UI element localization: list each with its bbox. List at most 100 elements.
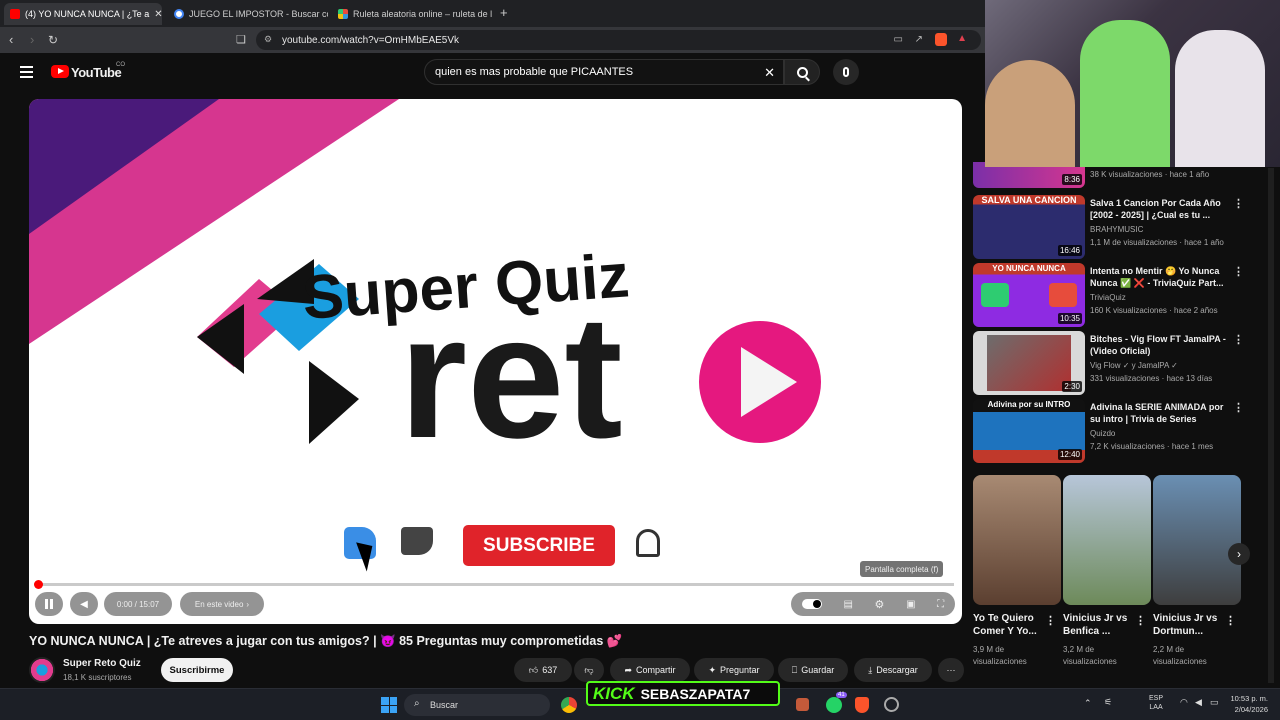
video-thumbnail[interactable]: Adivina por su INTRO 12:40	[973, 399, 1085, 463]
like-button[interactable]: 👍︎ 637	[514, 658, 572, 682]
speaker-icon[interactable]: ◀	[1195, 697, 1202, 708]
search-icon	[796, 66, 810, 81]
pause-button[interactable]	[35, 592, 63, 616]
new-tab-button[interactable]: +	[500, 5, 508, 20]
youtube-logo-text[interactable]: YouTube	[71, 65, 122, 80]
more-options-icon[interactable]: ⋮	[1233, 197, 1244, 210]
shorts-next-button[interactable]: ›	[1228, 543, 1250, 565]
taskbar-search[interactable]: ⌕ Buscar	[404, 694, 550, 716]
tab-strip: (4) YO NUNCA NUNCA | ¿Te a ✕ JUEGO EL IM…	[0, 0, 985, 27]
taskbar-app-icon[interactable]	[796, 698, 809, 711]
search-button[interactable]	[784, 59, 820, 85]
short-thumbnail[interactable]	[973, 475, 1061, 605]
close-tab-icon[interactable]: ✕	[154, 9, 162, 20]
more-options-icon[interactable]: ⋮	[1225, 614, 1236, 627]
related-video-item[interactable]: SALVA UNA CANCION 16:46 Salva 1 Cancion …	[973, 195, 1263, 259]
clear-search-icon[interactable]: ✕	[764, 65, 775, 81]
search-input[interactable]: quien es mas probable que PICAANTES ✕	[424, 59, 784, 85]
short-title[interactable]: Yo Te Quiero Comer Y Yo...	[973, 612, 1045, 638]
chapter-button[interactable]: En este video ›	[180, 592, 264, 616]
short-thumbnail[interactable]	[1153, 475, 1241, 605]
clock[interactable]: 10:53 p. m. 2/04/2026	[1228, 693, 1268, 715]
related-video-item[interactable]: 2:30 Bitches - Vig Flow FT JamalPA - (Vi…	[973, 331, 1263, 395]
menu-icon[interactable]	[20, 66, 33, 78]
video-item-title[interactable]: Salva 1 Cancion Por Cada Año [2002 - 202…	[1090, 197, 1230, 221]
thumbs-up-icon: 👍︎	[528, 664, 539, 675]
network-icon[interactable]: ⚟	[1104, 697, 1112, 708]
share-icon[interactable]: ↗	[915, 34, 923, 45]
autoplay-toggle[interactable]	[801, 599, 822, 609]
language-indicator[interactable]: ESP LAA	[1149, 694, 1163, 712]
sidebar-scrollbar[interactable]	[1268, 168, 1274, 683]
reload-icon[interactable]: ↻	[48, 32, 58, 48]
more-options-icon[interactable]: ⋮	[1233, 333, 1244, 346]
short-thumbnail[interactable]	[1063, 475, 1151, 605]
battery-icon[interactable]: ▭	[1210, 697, 1219, 708]
channel-name[interactable]: Super Reto Quiz	[63, 658, 141, 669]
taskbar-app2-icon[interactable]	[884, 697, 899, 712]
short-title[interactable]: Vinicius Jr vs Benfica ...	[1063, 612, 1135, 638]
share-button[interactable]: ➦ Compartir	[610, 658, 690, 682]
video-item-channel[interactable]: BRAHYMUSIC	[1090, 225, 1143, 234]
video-player[interactable]: Super Quiz ret SUBSCRIBE Pantalla comple…	[29, 99, 962, 624]
ask-button[interactable]: ✦ Preguntar	[694, 658, 774, 682]
mute-button[interactable]: ◀	[70, 592, 98, 616]
progress-scrubber[interactable]	[34, 580, 43, 589]
partial-video-meta: 38 K visualizaciones · hace 1 año	[1090, 170, 1210, 179]
video-thumbnail[interactable]: YO NUNCA NUNCA 10:35	[973, 263, 1085, 327]
download-button[interactable]: ⤓ Descargar	[854, 658, 932, 682]
site-info-icon[interactable]: ⚙	[264, 34, 272, 45]
related-video-item[interactable]: Adivina por su INTRO 12:40 Adivina la SE…	[973, 399, 1263, 463]
video-thumbnail[interactable]: SALVA UNA CANCION 16:46	[973, 195, 1085, 259]
back-icon[interactable]: ‹	[9, 32, 13, 48]
voice-search-button[interactable]	[833, 59, 859, 85]
video-item-channel[interactable]: Quizdo	[1090, 429, 1115, 438]
brave-rewards-icon[interactable]: ▲	[957, 33, 967, 44]
video-item-title[interactable]: Adivina la SERIE ANIMADA por su intro | …	[1090, 401, 1230, 425]
video-item-title[interactable]: Bitches - Vig Flow FT JamalPA - (Video O…	[1090, 333, 1230, 357]
whatsapp-icon[interactable]	[826, 697, 842, 713]
browser-toolbar: ‹ › ↻ ❏ ⚙ youtube.com/watch?v=OmHMbEAE5V…	[0, 27, 985, 53]
related-video-item[interactable]: YO NUNCA NUNCA 10:35 Intenta no Mentir 🤭…	[973, 263, 1263, 327]
short-title[interactable]: Vinicius Jr vs Dortmun...	[1153, 612, 1225, 638]
more-options-icon[interactable]: ⋮	[1045, 614, 1056, 627]
chapter-label: En este video	[194, 599, 244, 609]
more-options-icon[interactable]: ⋮	[1233, 401, 1244, 414]
chrome-icon[interactable]	[561, 697, 577, 713]
country-code: CO	[116, 62, 125, 68]
progress-bar[interactable]	[37, 583, 954, 586]
video-item-title[interactable]: Intenta no Mentir 🤭 Yo Nunca Nunca ✅ ❌ -…	[1090, 265, 1230, 289]
subscribe-button[interactable]: Suscribirme	[161, 658, 233, 682]
wifi-icon[interactable]: ◠	[1180, 697, 1188, 708]
video-item-channel[interactable]: TriviaQuiz	[1090, 293, 1126, 302]
tab-label: (4) YO NUNCA NUNCA | ¿Te a	[25, 9, 150, 19]
subtitles-icon[interactable]: ▤	[843, 599, 852, 610]
miniplayer-icon[interactable]: ▣	[906, 599, 915, 610]
save-button[interactable]: ⎕ Guardar	[778, 658, 848, 682]
tab-ruleta[interactable]: Ruleta aleatoria online – ruleta de la	[332, 3, 492, 25]
region-code: LAA	[1149, 704, 1163, 711]
tab-google[interactable]: JUEGO EL IMPOSTOR - Buscar con G	[168, 3, 328, 25]
dislike-button[interactable]: 👎︎	[574, 658, 604, 682]
forward-icon[interactable]: ›	[30, 32, 34, 48]
clock-date: 2/04/2026	[1234, 705, 1268, 714]
fullscreen-icon[interactable]: ⛶	[937, 599, 944, 610]
brave-shield-icon[interactable]	[935, 33, 947, 46]
bookmark-icon[interactable]: ❏	[236, 32, 246, 48]
channel-avatar[interactable]	[29, 657, 55, 683]
tab-youtube[interactable]: (4) YO NUNCA NUNCA | ¿Te a ✕	[4, 3, 162, 25]
more-actions-button[interactable]: ···	[938, 658, 964, 682]
youtube-logo-icon[interactable]	[51, 65, 69, 78]
brave-icon[interactable]	[855, 697, 869, 713]
address-bar[interactable]: ⚙ youtube.com/watch?v=OmHMbEAE5Vk ▭ ↗ ▲	[256, 30, 981, 50]
video-item-channel[interactable]: Vig Flow ✓ y JamalPA ✓	[1090, 361, 1178, 370]
more-options-icon[interactable]: ⋮	[1233, 265, 1244, 278]
more-options-icon[interactable]: ⋮	[1135, 614, 1146, 627]
video-thumbnail[interactable]: 2:30	[973, 331, 1085, 395]
volume-icon: ◀	[80, 598, 88, 610]
chevron-up-icon[interactable]: ⌃	[1084, 698, 1092, 709]
sparkle-icon: ✦	[708, 664, 716, 675]
windows-start-icon[interactable]	[381, 697, 397, 713]
cast-icon[interactable]: ▭	[894, 34, 903, 45]
settings-icon[interactable]: ⚙	[875, 598, 885, 611]
